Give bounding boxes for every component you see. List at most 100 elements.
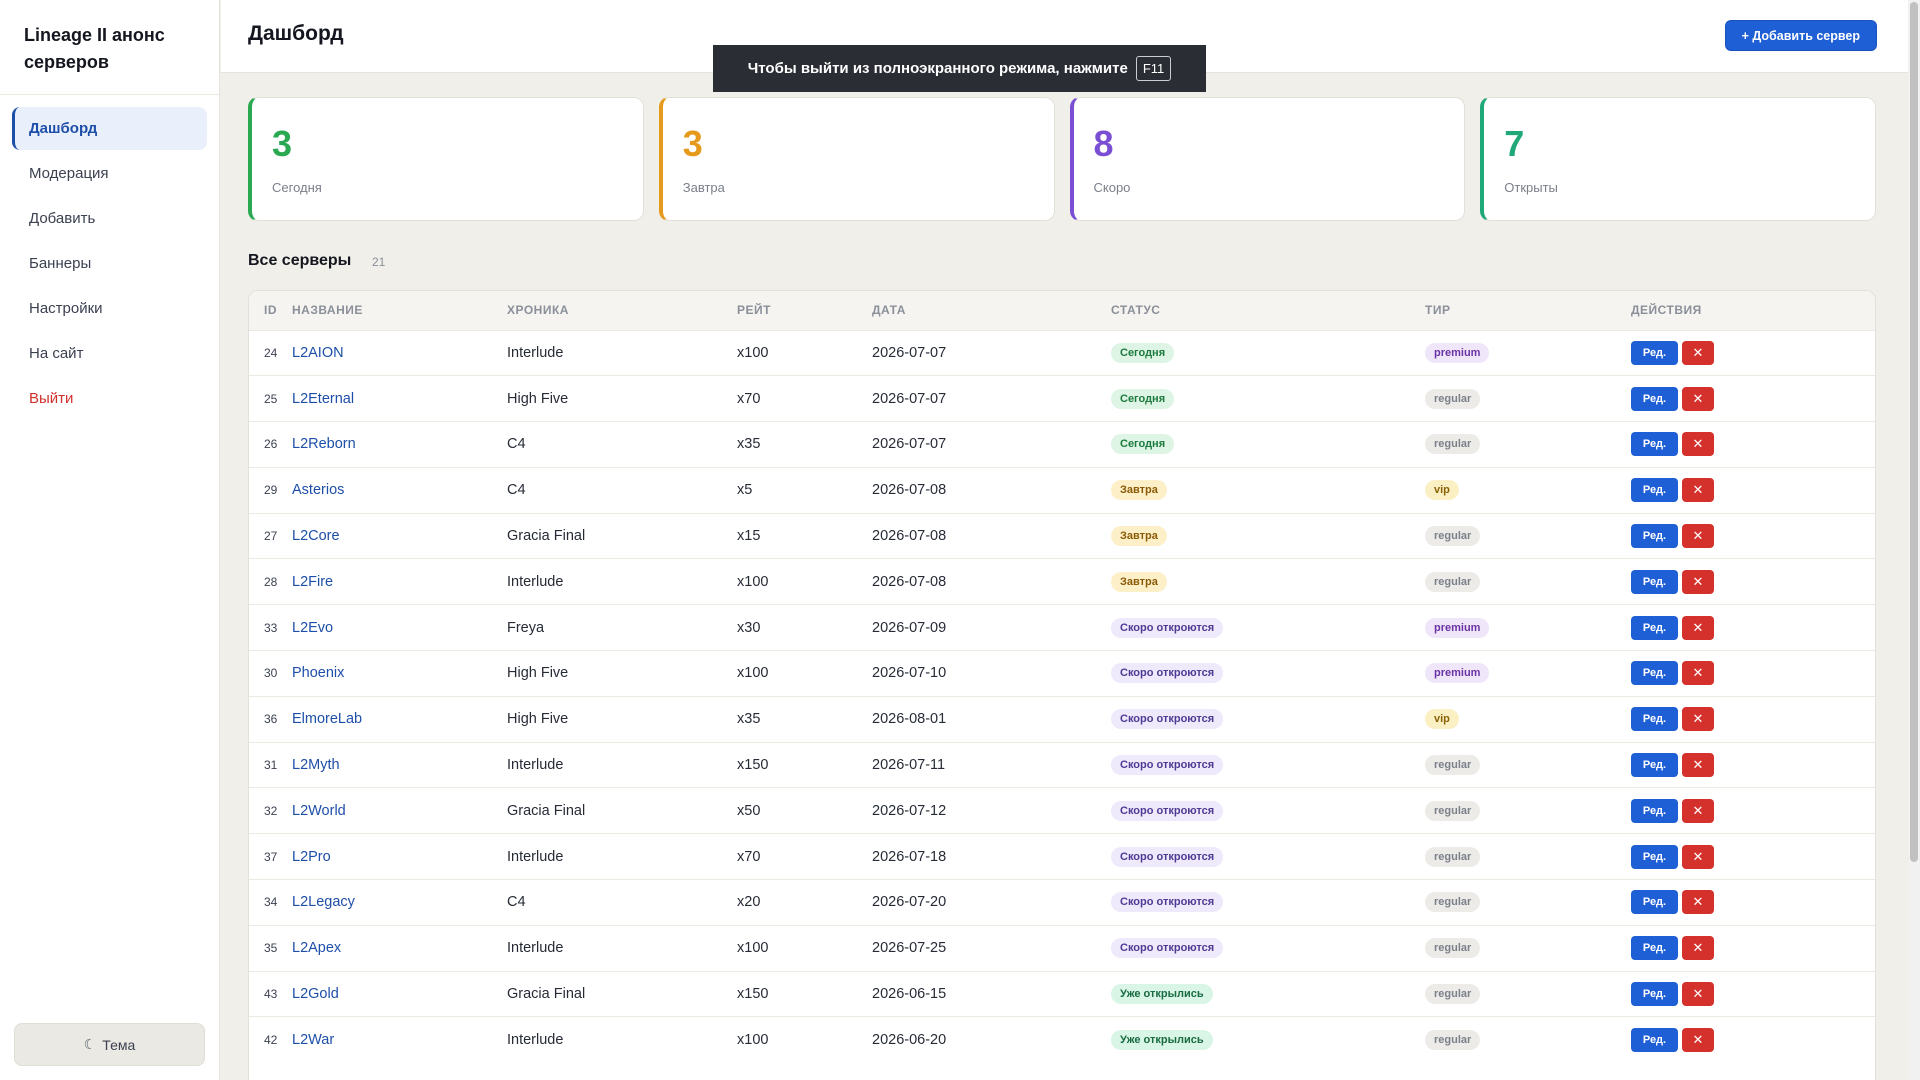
server-name-link[interactable]: L2Pro — [292, 834, 507, 880]
server-name-link[interactable]: L2War — [292, 1017, 507, 1063]
add-server-button[interactable]: + Добавить сервер — [1724, 20, 1877, 51]
col-header-rate[interactable]: РЕЙТ — [737, 291, 872, 330]
row-actions: Ред. ✕ — [1631, 478, 1875, 503]
server-name-link[interactable]: L2Eternal — [292, 376, 507, 422]
cell-date: 2026-06-20 — [872, 1032, 947, 1049]
cell-id: 24 — [264, 345, 278, 360]
tier-badge: premium — [1425, 342, 1490, 363]
cell-rate: x100 — [737, 665, 769, 682]
edit-button[interactable]: Ред. — [1631, 890, 1678, 915]
server-name-link[interactable]: Asterios — [292, 467, 507, 513]
cell-date: 2026-07-09 — [872, 619, 947, 636]
stat-value: 3 — [682, 123, 703, 164]
sidebar-item-add[interactable]: Добавить — [12, 197, 207, 240]
sidebar-item-moderation[interactable]: Модерация — [12, 152, 207, 195]
page-scrollbar[interactable] — [1908, 0, 1920, 1080]
delete-button[interactable]: ✕ — [1682, 432, 1714, 457]
server-name-link[interactable]: L2Fire — [292, 559, 507, 605]
cell-chronicle: C4 — [507, 482, 526, 499]
brand-title: Lineage II анонс серверов — [0, 0, 219, 95]
delete-button[interactable]: ✕ — [1682, 340, 1714, 365]
cell-date: 2026-07-07 — [872, 390, 947, 407]
col-header-name[interactable]: НАЗВАНИЕ — [292, 291, 507, 330]
server-name-link[interactable]: L2Legacy — [292, 880, 507, 926]
sidebar-item-settings[interactable]: Настройки — [12, 287, 207, 330]
server-name-link[interactable]: L2Gold — [292, 971, 507, 1017]
cell-chronicle: Interlude — [507, 757, 564, 774]
delete-button[interactable]: ✕ — [1682, 615, 1714, 640]
delete-button[interactable]: ✕ — [1682, 890, 1714, 915]
edit-button[interactable]: Ред. — [1631, 753, 1678, 778]
delete-button[interactable]: ✕ — [1682, 798, 1714, 823]
edit-button[interactable]: Ред. — [1631, 524, 1678, 549]
sidebar-item-banners[interactable]: Баннеры — [12, 242, 207, 285]
server-name-link[interactable]: L2Evo — [292, 605, 507, 651]
edit-button[interactable]: Ред. — [1631, 432, 1678, 457]
delete-button[interactable]: ✕ — [1682, 707, 1714, 732]
stat-card-soon: 8 Скоро — [1069, 97, 1466, 221]
edit-button[interactable]: Ред. — [1631, 615, 1678, 640]
delete-button[interactable]: ✕ — [1682, 569, 1714, 594]
sidebar-item-to-site[interactable]: На сайт — [12, 332, 207, 375]
cell-rate: x70 — [737, 848, 761, 865]
cell-date: 2026-07-08 — [872, 573, 947, 590]
col-header-date[interactable]: ДАТА — [872, 291, 1111, 330]
tier-badge: regular — [1425, 938, 1481, 959]
edit-button[interactable]: Ред. — [1631, 707, 1678, 732]
delete-button[interactable]: ✕ — [1682, 982, 1714, 1007]
server-name-link[interactable]: L2Myth — [292, 742, 507, 788]
delete-button[interactable]: ✕ — [1682, 936, 1714, 961]
delete-button[interactable]: ✕ — [1682, 1028, 1714, 1053]
server-name-link[interactable]: L2Apex — [292, 925, 507, 971]
edit-button[interactable]: Ред. — [1631, 844, 1678, 869]
delete-button[interactable]: ✕ — [1682, 386, 1714, 411]
cell-rate: x100 — [737, 940, 769, 957]
col-header-chronicle[interactable]: ХРОНИКА — [507, 291, 737, 330]
table-row: 35 L2Apex Interlude x100 2026-07-25 Скоро отк… — [249, 925, 1875, 971]
edit-button[interactable]: Ред. — [1631, 340, 1678, 365]
cell-date: 2026-08-01 — [872, 711, 947, 728]
edit-button[interactable]: Ред. — [1631, 661, 1678, 686]
delete-button[interactable]: ✕ — [1682, 753, 1714, 778]
edit-button[interactable]: Ред. — [1631, 982, 1678, 1007]
status-badge: Сегодня — [1111, 342, 1175, 363]
status-badge: Скоро откроются — [1111, 892, 1224, 913]
edit-button[interactable]: Ред. — [1631, 478, 1678, 503]
server-name-link[interactable]: Phoenix — [292, 651, 507, 697]
delete-button[interactable]: ✕ — [1682, 661, 1714, 686]
delete-button[interactable]: ✕ — [1682, 478, 1714, 503]
row-actions: Ред. ✕ — [1631, 569, 1875, 594]
sidebar-item-dashboard[interactable]: Дашборд — [12, 107, 207, 150]
moon-icon: ☾ — [83, 1036, 97, 1052]
servers-table: ID НАЗВАНИЕ ХРОНИКА РЕЙТ ДАТА СТАТУС ТИР… — [248, 290, 1876, 1080]
edit-button[interactable]: Ред. — [1631, 386, 1678, 411]
edit-button[interactable]: Ред. — [1631, 1028, 1678, 1053]
theme-toggle-button[interactable]: ☾ Тема — [14, 1023, 205, 1066]
cell-date: 2026-07-25 — [872, 940, 947, 957]
sidebar-item-logout[interactable]: Выйти — [12, 377, 207, 420]
edit-button[interactable]: Ред. — [1631, 936, 1678, 961]
cell-id: 33 — [264, 620, 278, 635]
row-actions: Ред. ✕ — [1631, 340, 1875, 365]
col-header-id[interactable]: ID — [249, 291, 292, 330]
server-name-link[interactable]: L2Reborn — [292, 422, 507, 468]
server-name-link[interactable]: L2World — [292, 788, 507, 834]
server-name-link[interactable]: L2Core — [292, 513, 507, 559]
table-row: 32 L2World Gracia Final x50 2026-07-12 Скоро … — [249, 787, 1875, 834]
server-name-link[interactable]: ElmoreLab — [292, 696, 507, 742]
delete-button[interactable]: ✕ — [1682, 844, 1714, 869]
tier-badge: regular — [1425, 800, 1481, 821]
status-badge: Скоро откроются — [1111, 938, 1224, 959]
tier-badge: regular — [1425, 526, 1481, 547]
row-actions: Ред. ✕ — [1631, 982, 1875, 1007]
col-header-status[interactable]: СТАТУС — [1111, 291, 1425, 330]
cell-rate: x100 — [737, 573, 769, 590]
col-header-tier[interactable]: ТИР — [1425, 291, 1631, 330]
scrollbar-thumb[interactable] — [1910, 2, 1918, 862]
server-name-link[interactable]: L2AION — [292, 330, 507, 376]
delete-button[interactable]: ✕ — [1682, 524, 1714, 549]
edit-button[interactable]: Ред. — [1631, 569, 1678, 594]
fullscreen-toast: Чтобы выйти из полноэкранного режима, на… — [713, 45, 1206, 92]
cell-id: 37 — [264, 849, 278, 864]
edit-button[interactable]: Ред. — [1631, 798, 1678, 823]
